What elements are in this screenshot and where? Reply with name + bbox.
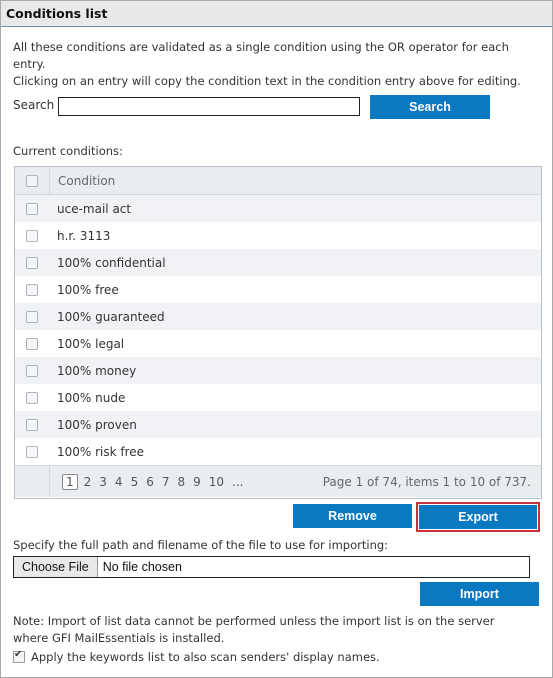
current-conditions-label: Current conditions:: [13, 144, 123, 158]
column-header-condition[interactable]: Condition: [50, 174, 115, 188]
search-button[interactable]: Search: [370, 95, 490, 119]
file-input[interactable]: Choose File No file chosen: [13, 556, 530, 578]
table-row[interactable]: 100% free: [15, 276, 541, 303]
choose-file-button[interactable]: Choose File: [14, 557, 98, 577]
condition-text: 100% guaranteed: [57, 309, 165, 324]
pager: 1 2 3 4 5 6 7 8 9 10... Page 1 of 74, items 1 to…: [15, 465, 541, 497]
export-highlight: Export: [416, 502, 540, 532]
table-row[interactable]: 100% legal: [15, 330, 541, 357]
export-button[interactable]: Export: [419, 505, 537, 529]
row-checkbox[interactable]: [26, 364, 38, 377]
grid-header: Condition: [15, 167, 541, 195]
table-row[interactable]: 100% money: [15, 357, 541, 384]
condition-text: 100% confidential: [57, 255, 166, 270]
row-checkbox[interactable]: [26, 310, 38, 323]
table-row[interactable]: 100% confidential: [15, 249, 541, 276]
condition-text: uce-mail act: [57, 201, 132, 216]
table-row[interactable]: 100% proven: [15, 411, 541, 438]
page-link[interactable]: 2: [84, 475, 92, 489]
page-link[interactable]: 8: [177, 475, 185, 489]
conditions-list-panel: Conditions list All these conditions are…: [0, 0, 553, 678]
condition-text: 100% risk free: [57, 444, 145, 459]
row-checkbox[interactable]: [26, 445, 38, 458]
search-input[interactable]: [58, 97, 360, 116]
select-all-checkbox[interactable]: [26, 174, 38, 187]
page-link[interactable]: 9: [193, 475, 201, 489]
description: All these conditions are validated as a …: [13, 39, 543, 90]
apply-display-names-label: Apply the keywords list to also scan sen…: [31, 650, 380, 664]
row-checkbox[interactable]: [26, 391, 38, 404]
page-link[interactable]: 7: [162, 475, 170, 489]
import-label: Specify the full path and filename of th…: [13, 538, 389, 552]
condition-text: 100% nude: [57, 390, 126, 405]
page-link[interactable]: 5: [131, 475, 139, 489]
row-checkbox[interactable]: [26, 283, 38, 296]
page-link[interactable]: 4: [115, 475, 123, 489]
pager-info: Page 1 of 74, items 1 to 10 of 737.: [322, 474, 531, 489]
condition-text: 100% money: [57, 363, 137, 378]
row-checkbox[interactable]: [26, 229, 38, 242]
remove-button[interactable]: Remove: [293, 504, 412, 528]
conditions-grid: Condition uce-mail act h.r. 3113 100% conf…: [14, 166, 542, 499]
condition-text: h.r. 3113: [57, 228, 111, 243]
description-line: Clicking on an entry will copy the condi…: [13, 74, 521, 88]
description-line: All these conditions are validated as a …: [13, 40, 509, 71]
import-button[interactable]: Import: [420, 582, 539, 606]
page-current[interactable]: 1: [62, 473, 78, 490]
page-link[interactable]: 6: [146, 475, 154, 489]
condition-text: 100% proven: [57, 417, 137, 432]
row-checkbox[interactable]: [26, 202, 38, 215]
row-checkbox[interactable]: [26, 418, 38, 431]
search-label: Search: [13, 98, 55, 112]
page-link[interactable]: 10: [209, 475, 224, 489]
panel-title: Conditions list: [1, 1, 552, 27]
condition-text: 100% legal: [57, 336, 125, 351]
page-more[interactable]: ...: [232, 475, 243, 489]
table-row[interactable]: 100% nude: [15, 384, 541, 411]
apply-display-names-checkbox[interactable]: [13, 649, 25, 663]
page-link[interactable]: 3: [99, 475, 107, 489]
table-row[interactable]: 100% risk free: [15, 438, 541, 465]
row-checkbox[interactable]: [26, 256, 38, 269]
import-note: Note: Import of list data cannot be perf…: [13, 614, 495, 645]
row-checkbox[interactable]: [26, 337, 38, 350]
condition-text: 100% free: [57, 282, 119, 297]
file-status: No file chosen: [102, 560, 182, 574]
table-row[interactable]: uce-mail act: [15, 195, 541, 222]
apply-display-names-option[interactable]: Apply the keywords list to also scan sen…: [13, 649, 380, 664]
table-row[interactable]: 100% guaranteed: [15, 303, 541, 330]
table-row[interactable]: h.r. 3113: [15, 222, 541, 249]
